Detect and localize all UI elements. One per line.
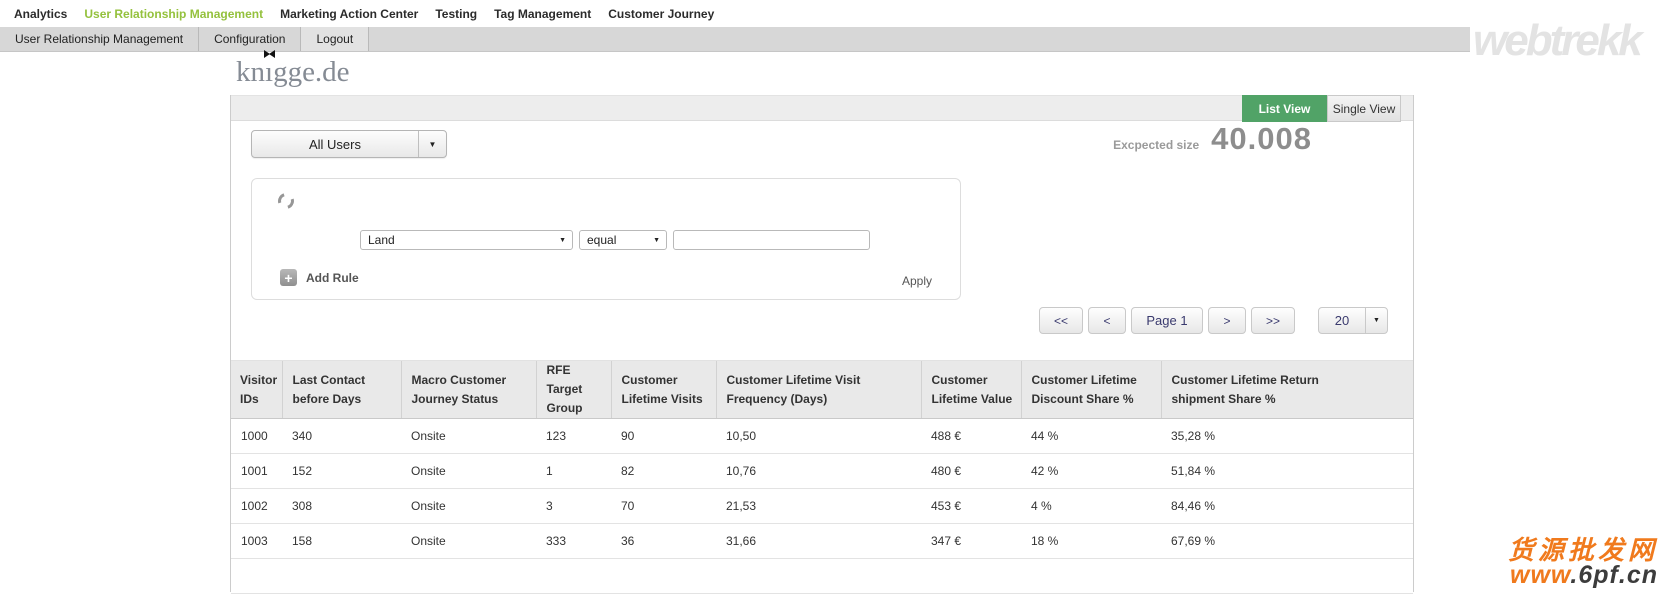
col-header-lifetime-value: Customer Lifetime Value xyxy=(921,361,1021,419)
pagination-first-button[interactable]: << xyxy=(1039,307,1083,334)
top-nav: Analytics User Relationship Management M… xyxy=(0,0,714,27)
filter-attribute-select[interactable]: Land ▼ xyxy=(360,230,573,250)
webtrekk-logo: webtrekk xyxy=(1473,16,1640,66)
col-header-visit-frequency: Customer Lifetime Visit Frequency (Days) xyxy=(716,361,921,419)
nav-item-marketing-action-center[interactable]: Marketing Action Center xyxy=(280,7,418,21)
table-row-partial xyxy=(231,559,1413,594)
pagination: << < Page 1 > >> 20 ▼ xyxy=(1039,307,1388,334)
table-row: 1000 340 Onsite 123 90 10,50 488 € 44 % … xyxy=(231,419,1413,454)
pagination-prev-button[interactable]: < xyxy=(1088,307,1126,334)
nav-item-tag-management[interactable]: Tag Management xyxy=(494,7,591,21)
visitor-table: Visitor IDs Last Contact before Days Mac… xyxy=(231,360,1413,594)
caret-down-icon: ▼ xyxy=(559,237,566,244)
add-rule-label: Add Rule xyxy=(306,271,359,285)
nav-item-testing[interactable]: Testing xyxy=(435,7,477,21)
plus-icon: + xyxy=(280,269,297,286)
col-header-return-shipment-share: Customer Lifetime Return shipment Share … xyxy=(1161,361,1413,419)
brand-text-post: gge.de xyxy=(273,56,350,88)
filter-rule-row: Land ▼ equal ▼ xyxy=(360,230,870,250)
tab-configuration[interactable]: Configuration xyxy=(199,27,301,51)
refresh-icon[interactable] xyxy=(275,190,297,212)
expected-size: Excpected size 40.008 xyxy=(1113,121,1312,157)
col-header-rfe-target-group: RFE Target Group xyxy=(536,361,611,419)
col-header-lifetime-visits: Customer Lifetime Visits xyxy=(611,361,716,419)
pagination-last-button[interactable]: >> xyxy=(1251,307,1295,334)
table-header: Visitor IDs Last Contact before Days Mac… xyxy=(231,361,1413,419)
brand-logo: knıgge.de xyxy=(236,56,350,89)
list-view-button[interactable]: List View xyxy=(1242,95,1327,122)
col-header-macro-journey-status: Macro Customer Journey Status xyxy=(401,361,536,419)
pagination-next-button[interactable]: > xyxy=(1208,307,1246,334)
table-row: 1003 158 Onsite 333 36 31,66 347 € 18 % … xyxy=(231,524,1413,559)
expected-size-value: 40.008 xyxy=(1211,121,1312,157)
filter-operator-value: equal xyxy=(587,233,616,247)
col-header-discount-share: Customer Lifetime Discount Share % xyxy=(1021,361,1161,419)
col-header-visitor-ids: Visitor IDs xyxy=(231,361,282,419)
nav-item-customer-journey[interactable]: Customer Journey xyxy=(608,7,714,21)
segment-selector-label: All Users xyxy=(252,131,418,157)
page-size-dropdown[interactable]: 20 ▼ xyxy=(1318,307,1388,334)
view-toggle: List View Single View xyxy=(1242,95,1401,122)
filter-panel: Land ▼ equal ▼ + Add Rule Apply xyxy=(251,178,961,300)
single-view-button[interactable]: Single View xyxy=(1327,95,1401,122)
caret-down-icon: ▼ xyxy=(418,131,446,157)
view-toolbar: List View Single View xyxy=(231,95,1413,121)
expected-size-label: Excpected size xyxy=(1113,138,1199,152)
cell-visitor-id: 1000 xyxy=(231,419,282,454)
watermark-cn-text: 货源批发网 xyxy=(1508,537,1658,563)
watermark-url: www.6pf.cn xyxy=(1508,563,1658,588)
watermark: 货源批发网 www.6pf.cn xyxy=(1508,537,1658,588)
main-panel: List View Single View All Users ▼ Excpec… xyxy=(230,95,1414,592)
table-row: 1002 308 Onsite 3 70 21,53 453 € 4 % 84,… xyxy=(231,489,1413,524)
col-header-last-contact: Last Contact before Days xyxy=(282,361,401,419)
tab-bar: User Relationship Management Configurati… xyxy=(0,27,1470,52)
page-size-value: 20 xyxy=(1319,313,1365,328)
cell-visitor-id: 1001 xyxy=(231,454,282,489)
cell-visitor-id: 1003 xyxy=(231,524,282,559)
caret-down-icon: ▼ xyxy=(1365,308,1387,333)
filter-attribute-value: Land xyxy=(368,233,395,247)
tab-logout[interactable]: Logout xyxy=(301,27,369,51)
table-body: 1000 340 Onsite 123 90 10,50 488 € 44 % … xyxy=(231,419,1413,594)
nav-item-analytics[interactable]: Analytics xyxy=(14,7,67,21)
filter-operator-select[interactable]: equal ▼ xyxy=(579,230,667,250)
segment-selector-dropdown[interactable]: All Users ▼ xyxy=(251,130,447,158)
filter-value-input[interactable] xyxy=(673,230,870,250)
table-row: 1001 152 Onsite 1 82 10,76 480 € 42 % 51… xyxy=(231,454,1413,489)
add-rule-button[interactable]: + Add Rule xyxy=(280,269,359,286)
tab-user-relationship-management[interactable]: User Relationship Management xyxy=(0,27,199,51)
brand-letter-i: ı xyxy=(265,56,273,88)
caret-down-icon: ▼ xyxy=(653,237,660,244)
cell-visitor-id: 1002 xyxy=(231,489,282,524)
brand-text-pre: kn xyxy=(236,56,265,88)
apply-button[interactable]: Apply xyxy=(902,274,932,288)
bowtie-icon xyxy=(264,50,275,58)
pagination-current-page[interactable]: Page 1 xyxy=(1131,307,1203,334)
nav-item-user-relationship-management[interactable]: User Relationship Management xyxy=(84,7,263,21)
